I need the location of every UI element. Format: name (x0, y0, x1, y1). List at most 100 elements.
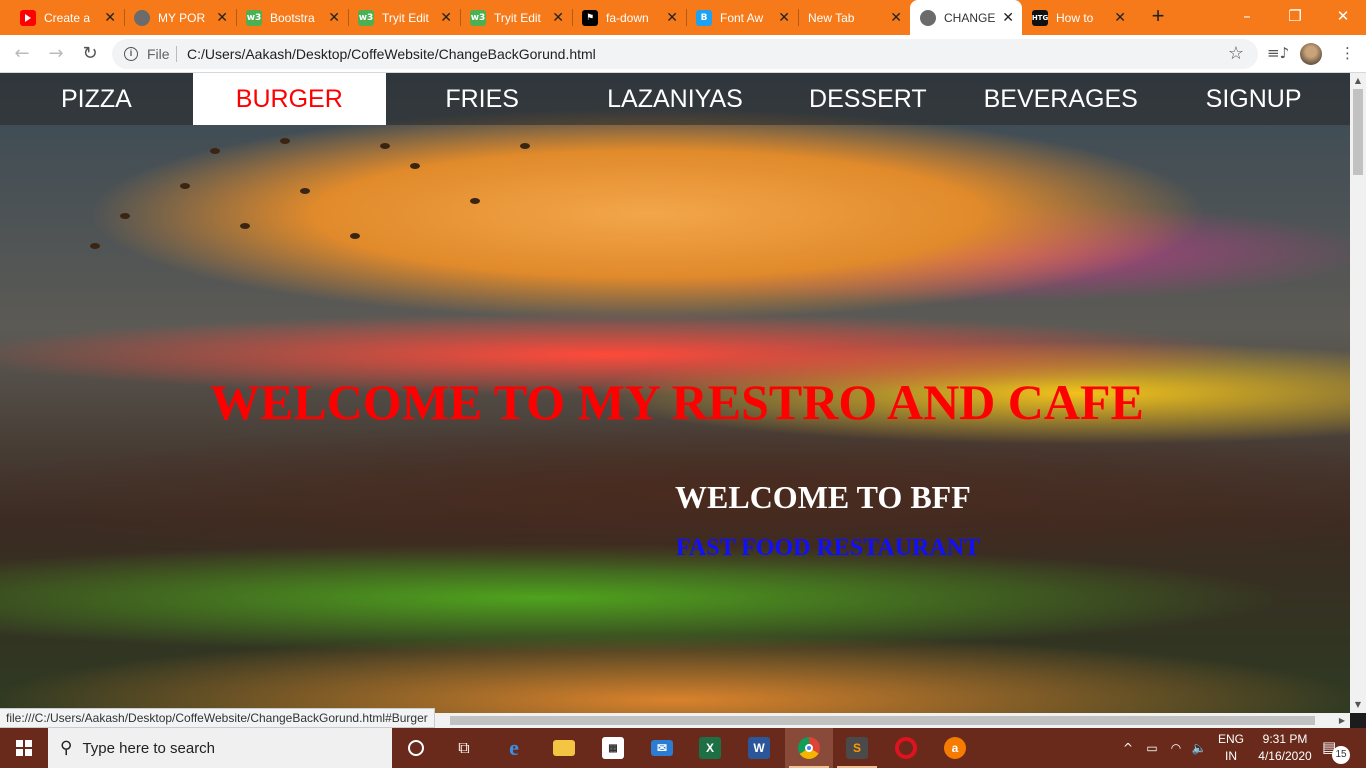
tray-chevron-icon[interactable]: ^ (1118, 728, 1138, 768)
info-icon[interactable]: i (124, 47, 138, 61)
w3schools-icon: w3 (246, 9, 262, 26)
avatar[interactable] (1300, 43, 1322, 65)
opera-icon[interactable] (882, 728, 930, 768)
forward-button[interactable]: → (44, 42, 68, 66)
tab-how-to[interactable]: HTG How to ✕ (1022, 0, 1134, 35)
youtube-icon (20, 9, 36, 26)
lang-line-2: IN (1225, 749, 1237, 763)
address-bar[interactable]: i File C:/Users/Aakash/Desktop/CoffeWebs… (112, 39, 1258, 69)
browser-toolbar: ← → ↻ i File C:/Users/Aakash/Desktop/Cof… (0, 35, 1366, 73)
close-icon[interactable]: ✕ (666, 10, 678, 26)
excel-icon[interactable]: X (686, 728, 734, 768)
close-icon[interactable]: ✕ (440, 10, 452, 26)
tab-title: Bootstra (270, 10, 315, 25)
scroll-thumb[interactable] (1353, 89, 1363, 175)
htg-icon: HTG (1032, 9, 1048, 26)
close-icon[interactable]: ✕ (1002, 10, 1014, 26)
sublime-icon[interactable]: S (833, 728, 881, 768)
close-window-button[interactable]: ✕ (1320, 0, 1366, 32)
flag-icon: ⚑ (582, 9, 598, 26)
bootstrap-icon: B (696, 9, 712, 26)
nav-fries[interactable]: FRIES (386, 73, 579, 125)
tab-tryit-2[interactable]: w3 Tryit Edit ✕ (460, 0, 572, 35)
tab-tryit-1[interactable]: w3 Tryit Edit ✕ (348, 0, 460, 35)
tab-font-awesome[interactable]: B Font Aw ✕ (686, 0, 798, 35)
tab-title: New Tab (808, 10, 855, 25)
nav-pizza[interactable]: PIZZA (0, 73, 193, 125)
tab-title: How to (1056, 10, 1094, 25)
close-icon[interactable]: ✕ (1114, 10, 1126, 26)
tab-title: Tryit Edit (382, 10, 429, 25)
start-button[interactable] (0, 728, 48, 768)
nav-beverages[interactable]: BEVERAGES (964, 73, 1157, 125)
tab-bootstrap[interactable]: w3 Bootstra ✕ (236, 0, 348, 35)
scroll-down-icon[interactable]: ▼ (1350, 697, 1366, 713)
notification-count-badge: 15 (1332, 746, 1350, 764)
taskbar-search[interactable]: ⚲ Type here to search (48, 728, 392, 768)
clock-date: 4/16/2020 (1258, 749, 1312, 763)
menu-icon[interactable]: ⋮ (1340, 44, 1355, 64)
close-icon[interactable]: ✕ (552, 10, 564, 26)
chrome-icon[interactable] (785, 728, 833, 768)
close-icon[interactable]: ✕ (778, 10, 790, 26)
tab-title: CHANGE (944, 10, 996, 25)
reload-button[interactable]: ↻ (78, 42, 102, 66)
new-tab-button[interactable]: + (1146, 4, 1170, 28)
close-icon[interactable]: ✕ (328, 10, 340, 26)
word-icon[interactable]: W (735, 728, 783, 768)
nav-dessert[interactable]: DESSERT (771, 73, 964, 125)
w3schools-icon: w3 (470, 9, 486, 26)
clock[interactable]: 9:31 PM 4/16/2020 (1255, 731, 1315, 765)
globe-icon (134, 9, 150, 26)
w3schools-icon: w3 (358, 9, 374, 26)
tab-title: MY POR (158, 10, 206, 25)
restore-button[interactable]: ❐ (1272, 0, 1318, 32)
horizontal-scroll-thumb[interactable] (450, 716, 1315, 725)
subheading: WELCOME TO BFF (675, 479, 971, 515)
tagline: FAST FOOD RESTAURANT (676, 535, 981, 561)
tab-title: fa-down (606, 10, 649, 25)
close-icon[interactable]: ✕ (890, 10, 902, 26)
task-view-icon[interactable]: ⧉ (440, 728, 488, 768)
minimize-button[interactable]: – (1224, 0, 1270, 32)
tab-new-tab[interactable]: New Tab ✕ (798, 0, 910, 35)
globe-icon (920, 9, 936, 26)
star-icon[interactable]: ☆ (1228, 43, 1244, 64)
battery-icon[interactable]: ▭ (1142, 728, 1162, 768)
url-text[interactable]: C:/Users/Aakash/Desktop/CoffeWebsite/Cha… (187, 46, 596, 62)
tab-change-background[interactable]: CHANGE ✕ (910, 0, 1022, 35)
tab-title: Font Aw (720, 10, 764, 25)
tab-fa-down[interactable]: ⚑ fa-down ✕ (572, 0, 686, 35)
nav-signup[interactable]: SIGNUP (1157, 73, 1350, 125)
taskbar: ⚲ Type here to search ⧉ e ▦ ✉ X W S a ^ … (0, 728, 1366, 768)
scheme-label: File (147, 46, 170, 62)
page-viewport: PIZZA BURGER FRIES LAZANIYAS DESSERT BEV… (0, 73, 1350, 713)
clock-time: 9:31 PM (1262, 732, 1308, 746)
wifi-icon[interactable]: ◠ (1166, 728, 1186, 768)
lang-line-1: ENG (1217, 732, 1244, 746)
close-icon[interactable]: ✕ (104, 10, 116, 26)
search-icon: ⚲ (60, 738, 73, 758)
mail-icon[interactable]: ✉ (638, 728, 686, 768)
language-indicator[interactable]: ENG IN (1212, 731, 1250, 765)
windows-icon (16, 740, 32, 756)
scroll-right-icon[interactable]: ▶ (1334, 713, 1350, 729)
search-placeholder: Type here to search (82, 739, 216, 757)
store-icon[interactable]: ▦ (589, 728, 637, 768)
notification-center-button[interactable]: ▤ 15 (1318, 734, 1354, 764)
volume-icon[interactable]: 🔈 (1188, 728, 1210, 768)
media-control-icon[interactable]: ≡♪ (1267, 44, 1289, 64)
avast-icon[interactable]: a (931, 728, 979, 768)
nav-burger[interactable]: BURGER (192, 73, 386, 125)
vertical-scrollbar[interactable]: ▲ ▼ (1350, 73, 1366, 713)
close-icon[interactable]: ✕ (216, 10, 228, 26)
back-button[interactable]: ← (10, 42, 34, 66)
tab-youtube[interactable]: Create a ✕ (10, 0, 124, 35)
scroll-up-icon[interactable]: ▲ (1350, 73, 1366, 89)
divider (176, 46, 177, 62)
tab-portfolio[interactable]: MY POR ✕ (124, 0, 236, 35)
file-explorer-icon[interactable] (540, 728, 588, 768)
cortana-icon[interactable] (392, 728, 440, 768)
edge-icon[interactable]: e (490, 728, 538, 768)
nav-lazaniyas[interactable]: LAZANIYAS (579, 73, 772, 125)
